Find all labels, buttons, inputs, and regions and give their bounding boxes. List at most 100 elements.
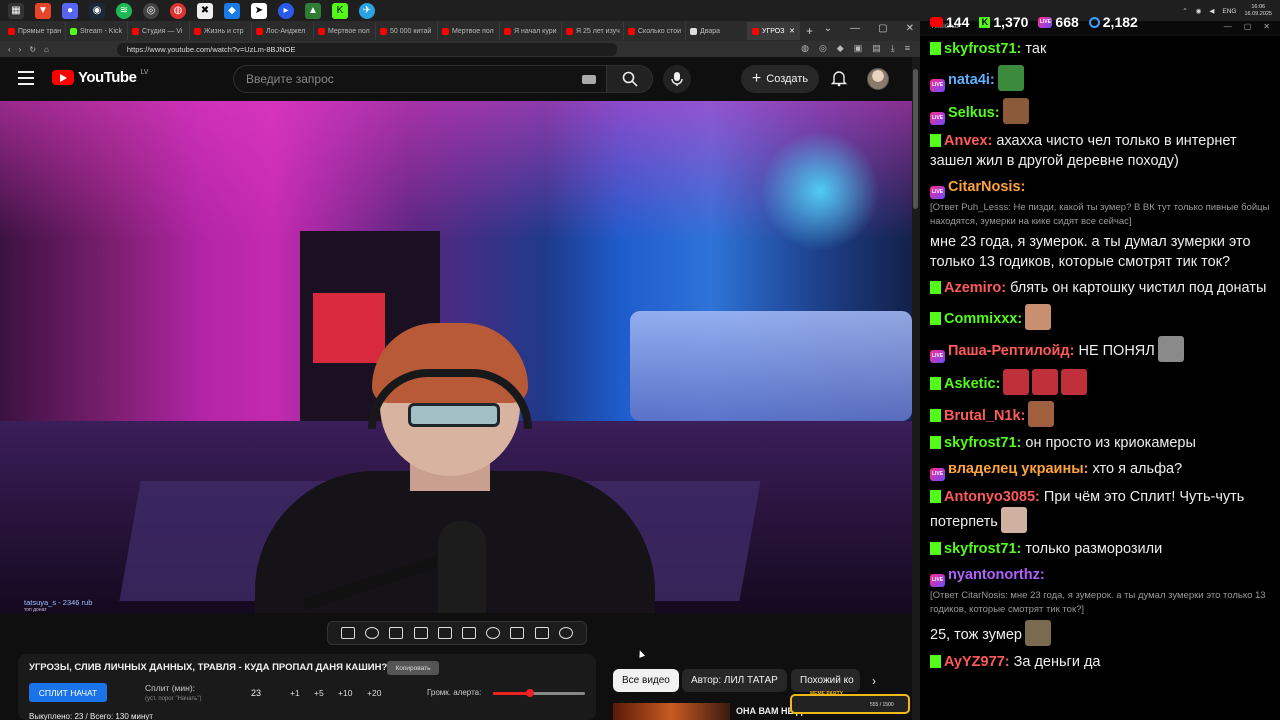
app-blue-icon[interactable]: ◆ bbox=[224, 2, 240, 19]
chat-username[interactable]: CitarNosis: bbox=[948, 179, 1025, 195]
browser-tab[interactable]: Stream - Kick bbox=[66, 22, 128, 40]
arrow-app-icon[interactable]: ➤ bbox=[251, 2, 267, 19]
settings-gear-icon[interactable] bbox=[558, 627, 573, 639]
kick-app-icon[interactable]: K bbox=[332, 2, 348, 19]
youtube-logo[interactable]: YouTube LV bbox=[52, 69, 148, 86]
chat-username[interactable]: skyfrost71: bbox=[944, 435, 1021, 451]
chat-username[interactable]: Anvex: bbox=[944, 133, 992, 149]
language-indicator[interactable]: ENG bbox=[1222, 8, 1236, 15]
chat-username[interactable]: skyfrost71: bbox=[944, 541, 1021, 557]
chat-feed[interactable]: skyfrost71: так LIVE nata4i: LIVE Selkus: Anv… bbox=[920, 36, 1280, 720]
avatar[interactable] bbox=[867, 68, 889, 90]
browser-tab[interactable]: Сколько стои bbox=[624, 22, 686, 40]
minimize-icon[interactable]: — bbox=[1224, 22, 1232, 31]
forward-icon[interactable]: › bbox=[19, 45, 22, 54]
browser-tab[interactable]: Студия — Vi bbox=[128, 22, 190, 40]
add-screen-icon[interactable] bbox=[510, 627, 525, 639]
search-input[interactable]: Введите запрос bbox=[233, 65, 607, 93]
browser-tab[interactable]: Мертвое пол bbox=[438, 22, 500, 40]
chevron-right-icon[interactable]: › bbox=[872, 674, 876, 688]
chat-username[interactable]: Antonyo3085: bbox=[944, 489, 1040, 505]
speed-icon[interactable] bbox=[486, 627, 501, 639]
home-icon[interactable]: ⌂ bbox=[44, 45, 49, 54]
browser-tab[interactable]: 50 000 китай bbox=[376, 22, 438, 40]
page-scrollbar[interactable] bbox=[912, 57, 920, 720]
tab-close-icon[interactable]: ✕ bbox=[789, 27, 795, 35]
chat-username[interactable]: Azemiro: bbox=[944, 280, 1006, 296]
browser-tab[interactable]: Дварa bbox=[686, 22, 748, 40]
create-button[interactable]: + Создать bbox=[741, 65, 819, 93]
browser-tab[interactable]: Я начал кури bbox=[500, 22, 562, 40]
chat-username[interactable]: nata4i: bbox=[948, 72, 995, 88]
browser-tab[interactable]: Прямые тран bbox=[4, 22, 66, 40]
app-round-icon[interactable]: ▸ bbox=[278, 2, 294, 19]
extension-icon[interactable]: ◍ bbox=[801, 43, 809, 54]
screenshot-icon[interactable] bbox=[534, 627, 549, 639]
browser-tab[interactable]: Лос-Анджел bbox=[252, 22, 314, 40]
chat-username[interactable]: Паша-Рептилойд: bbox=[948, 343, 1074, 359]
obs-icon[interactable]: ◎ bbox=[143, 2, 159, 19]
discord-icon[interactable]: ● bbox=[62, 2, 78, 19]
download-icon[interactable]: ⤓ bbox=[891, 43, 895, 54]
brave-icon[interactable]: ▼ bbox=[35, 2, 51, 19]
green-app-icon[interactable]: ▲ bbox=[305, 2, 321, 19]
chat-username[interactable]: AyYZ977: bbox=[944, 654, 1010, 670]
search-button[interactable] bbox=[607, 65, 653, 93]
loop-icon[interactable] bbox=[341, 627, 356, 639]
chrome-icon[interactable]: ◍ bbox=[170, 2, 186, 19]
browser-tab-active[interactable]: УГРОЗ ✕ bbox=[748, 22, 800, 40]
close-window-icon[interactable]: ✕ bbox=[906, 23, 914, 34]
voice-search-button[interactable] bbox=[663, 65, 691, 93]
split-step-plus20-button[interactable]: +20 bbox=[367, 688, 381, 698]
chevron-up-icon[interactable]: ⌃ bbox=[1182, 7, 1187, 15]
browser-tab[interactable]: Я 25 лет изуч bbox=[562, 22, 624, 40]
app-x-icon[interactable]: ✖ bbox=[197, 2, 213, 19]
broadcast-icon[interactable] bbox=[365, 627, 380, 639]
chat-username[interactable]: Brutal_N1k: bbox=[944, 408, 1025, 424]
network-icon[interactable]: ◉ bbox=[1196, 7, 1202, 15]
alert-volume-knob[interactable] bbox=[525, 689, 534, 697]
view-icon[interactable] bbox=[389, 627, 404, 639]
extension-icon[interactable]: ◆ bbox=[837, 43, 844, 54]
close-window-icon[interactable]: ✕ bbox=[1263, 22, 1270, 31]
split-step-plus10-button[interactable]: +10 bbox=[338, 688, 352, 698]
menu-icon[interactable] bbox=[18, 71, 34, 85]
extension-icon[interactable]: ◎ bbox=[819, 43, 827, 54]
chat-username[interactable]: Commixxx: bbox=[944, 311, 1022, 327]
bookmarks-icon[interactable]: ▤ bbox=[872, 43, 881, 54]
chip-all-videos[interactable]: Все видео bbox=[613, 669, 679, 692]
notifications-bell-icon[interactable] bbox=[830, 69, 848, 87]
volume-icon[interactable]: ◀ bbox=[1209, 7, 1214, 15]
new-tab-icon[interactable]: + bbox=[806, 24, 813, 38]
browser-tab[interactable]: Мертвое пол bbox=[314, 22, 376, 40]
telegram-icon[interactable]: ✈ bbox=[359, 2, 375, 19]
browser-tab[interactable]: Жизнь и стр bbox=[190, 22, 252, 40]
scrollbar-thumb[interactable] bbox=[913, 69, 918, 209]
tab-search-icon[interactable]: ⌄ bbox=[824, 23, 832, 34]
theater-icon[interactable] bbox=[462, 627, 477, 639]
split-step-plus5-button[interactable]: +5 bbox=[314, 688, 324, 698]
steam-icon[interactable]: ◉ bbox=[89, 2, 105, 19]
keyboard-icon[interactable] bbox=[582, 75, 596, 84]
chip-author[interactable]: Автор: ЛИЛ ТАТАР bbox=[682, 669, 787, 692]
chip-similar[interactable]: Похожий ко bbox=[791, 669, 860, 692]
split-start-button[interactable]: СПЛИТ НАЧАТ bbox=[29, 683, 107, 702]
chat-username[interactable]: владелец украины: bbox=[948, 461, 1088, 477]
clock[interactable]: 16:06 16.09.2025 bbox=[1244, 4, 1272, 18]
back-icon[interactable]: ‹ bbox=[8, 45, 11, 54]
chat-username[interactable]: nyantonorthz: bbox=[948, 567, 1045, 583]
copy-title-button[interactable]: Копировать bbox=[387, 661, 439, 675]
clip-icon[interactable] bbox=[413, 627, 428, 639]
maximize-icon[interactable]: ▢ bbox=[878, 23, 887, 34]
address-bar[interactable]: https://www.youtube.com/watch?v=UzLm-8BJ… bbox=[116, 42, 617, 56]
video-player[interactable]: tatsuya_s - 2346 rub топ донат bbox=[0, 101, 912, 613]
menu-icon[interactable]: ≡ bbox=[905, 43, 910, 54]
alert-volume-slider[interactable] bbox=[493, 689, 585, 697]
minimize-icon[interactable]: — bbox=[850, 23, 860, 34]
chat-username[interactable]: Selkus: bbox=[948, 105, 1000, 121]
reload-icon[interactable]: ↻ bbox=[29, 45, 36, 54]
split-step-plus1-button[interactable]: +1 bbox=[290, 688, 300, 698]
spotify-icon[interactable]: ≋ bbox=[116, 2, 132, 19]
maximize-icon[interactable]: ▢ bbox=[1244, 22, 1252, 31]
chat-username[interactable]: skyfrost71: bbox=[944, 41, 1021, 57]
